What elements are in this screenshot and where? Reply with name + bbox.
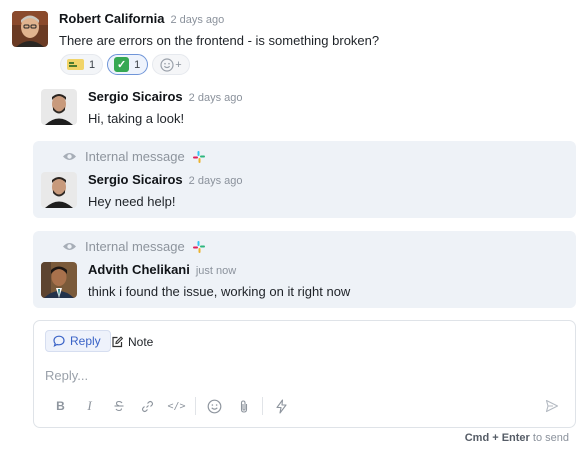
- internal-message-header: Internal message: [62, 239, 205, 254]
- paperclip-icon: [240, 399, 247, 413]
- reaction-count: 1: [89, 58, 96, 71]
- smiley-icon: [207, 399, 222, 413]
- timestamp: 2 days ago: [188, 175, 243, 187]
- link-icon: [141, 400, 154, 412]
- shortcut-keys: Cmd + Enter: [464, 432, 530, 444]
- author-name-text: Sergio Sicairos: [88, 172, 183, 187]
- italic-icon: I: [87, 398, 92, 413]
- strikethrough-icon: [114, 400, 123, 412]
- tab-note[interactable]: Note: [111, 331, 153, 353]
- message-body: Hi, taking a look!: [88, 111, 185, 126]
- author-name-text: Sergio Sicairos: [88, 89, 183, 104]
- reaction-count: 1: [134, 58, 141, 71]
- author-name-text: Advith Chelikani: [88, 262, 190, 277]
- send-button[interactable]: [544, 398, 560, 414]
- shortcuts-button[interactable]: [267, 397, 296, 415]
- reactions-bar: 1 ✓ 1 +: [60, 54, 190, 75]
- reply-composer: Reply Note B I </>: [33, 320, 576, 428]
- speech-bubble-icon: [53, 335, 65, 347]
- eye-icon: [63, 243, 76, 250]
- check-mark-icon: ✓: [114, 57, 130, 72]
- add-reaction-button[interactable]: +: [152, 54, 190, 75]
- reaction-check[interactable]: ✓ 1: [107, 54, 149, 75]
- shortcut-action: to send: [532, 432, 569, 444]
- author-name: Sergio Sicairos 2 days ago: [88, 172, 242, 187]
- emoji-button[interactable]: [200, 397, 229, 415]
- eye-icon: [63, 153, 76, 160]
- timestamp: 2 days ago: [170, 14, 225, 26]
- avatar-robert-california: [12, 11, 48, 47]
- code-icon: </>: [167, 400, 186, 412]
- author-name: Advith Chelikani just now: [88, 262, 236, 277]
- timestamp: just now: [195, 265, 237, 277]
- formatting-toolbar: B I </>: [46, 397, 296, 415]
- plus-icon: +: [175, 58, 182, 71]
- lightning-icon: [276, 398, 287, 414]
- internal-message-label: Internal message: [85, 149, 185, 164]
- link-button[interactable]: [133, 397, 162, 415]
- internal-message-label: Internal message: [85, 239, 185, 254]
- avatar-advith-chelikani: [41, 262, 77, 298]
- tab-reply[interactable]: Reply: [45, 330, 111, 352]
- timestamp: 2 days ago: [188, 92, 243, 104]
- slack-icon: [192, 240, 205, 253]
- bold-button[interactable]: B: [46, 397, 75, 415]
- reaction-cash[interactable]: 1: [60, 54, 104, 75]
- toolbar-divider: [195, 397, 196, 415]
- author-name-text: Robert California: [59, 11, 165, 26]
- send-icon: [545, 399, 559, 413]
- slack-icon: [192, 150, 205, 163]
- message-body: Hey need help!: [88, 194, 176, 209]
- message-body: think i found the issue, working on it r…: [88, 284, 351, 299]
- tab-note-label: Note: [128, 335, 154, 349]
- reply-input[interactable]: [45, 368, 545, 383]
- smiley-icon: [160, 57, 174, 72]
- italic-button[interactable]: I: [75, 397, 104, 415]
- internal-message-header: Internal message: [62, 149, 205, 164]
- tab-reply-label: Reply: [70, 334, 101, 348]
- author-name: Sergio Sicairos 2 days ago: [88, 89, 242, 104]
- code-button[interactable]: </>: [162, 397, 191, 415]
- avatar-sergio-sicairos: [41, 172, 77, 208]
- author-name: Robert California 2 days ago: [59, 11, 224, 26]
- avatar-sergio-sicairos: [41, 89, 77, 125]
- cash-icon: [67, 59, 84, 70]
- attach-button[interactable]: [229, 397, 258, 415]
- message-body: There are errors on the frontend - is so…: [59, 33, 380, 48]
- bold-icon: B: [56, 399, 65, 413]
- send-shortcut-hint: Cmd + Enter to send: [465, 432, 569, 444]
- edit-note-icon: [112, 336, 123, 348]
- toolbar-divider: [262, 397, 263, 415]
- strikethrough-button[interactable]: [104, 397, 133, 415]
